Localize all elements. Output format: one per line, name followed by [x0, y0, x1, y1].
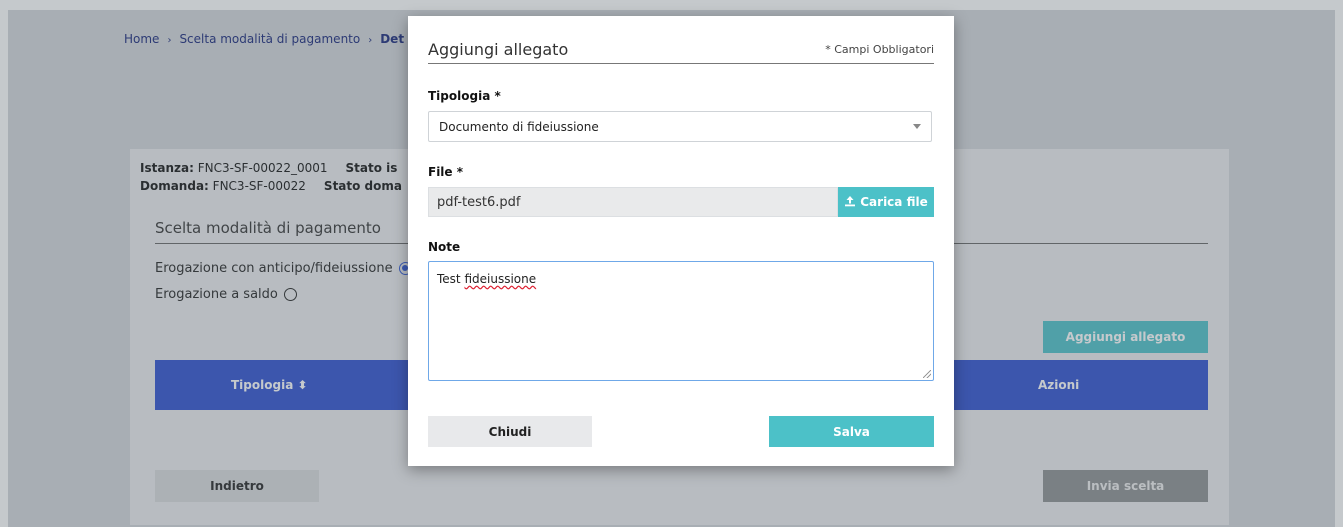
save-button[interactable]: Salva	[769, 416, 934, 447]
upload-file-label: Carica file	[860, 195, 928, 209]
modal-title-divider	[428, 63, 934, 64]
tipologia-select[interactable]: Documento di fideiussione	[428, 111, 932, 142]
upload-icon	[844, 195, 856, 210]
modal-title: Aggiungi allegato	[428, 40, 569, 59]
upload-file-button[interactable]: Carica file	[838, 187, 934, 217]
note-textarea[interactable]: Test fideiussione	[428, 261, 934, 381]
add-attachment-modal: Aggiungi allegato * Campi Obbligatori Ti…	[408, 16, 954, 466]
note-text: Test	[437, 272, 465, 286]
tipologia-selected-value: Documento di fideiussione	[439, 119, 599, 134]
close-button[interactable]: Chiudi	[428, 416, 592, 447]
file-label: File *	[428, 165, 464, 179]
note-label: Note	[428, 240, 461, 254]
resize-handle-icon[interactable]	[923, 370, 931, 378]
note-text-misspelled-word: fideiussione	[464, 272, 537, 286]
file-name-field: pdf-test6.pdf	[428, 187, 838, 217]
chevron-down-icon	[913, 124, 921, 129]
tipologia-label: Tipologia *	[428, 89, 501, 103]
required-fields-note: * Campi Obbligatori	[825, 43, 934, 56]
